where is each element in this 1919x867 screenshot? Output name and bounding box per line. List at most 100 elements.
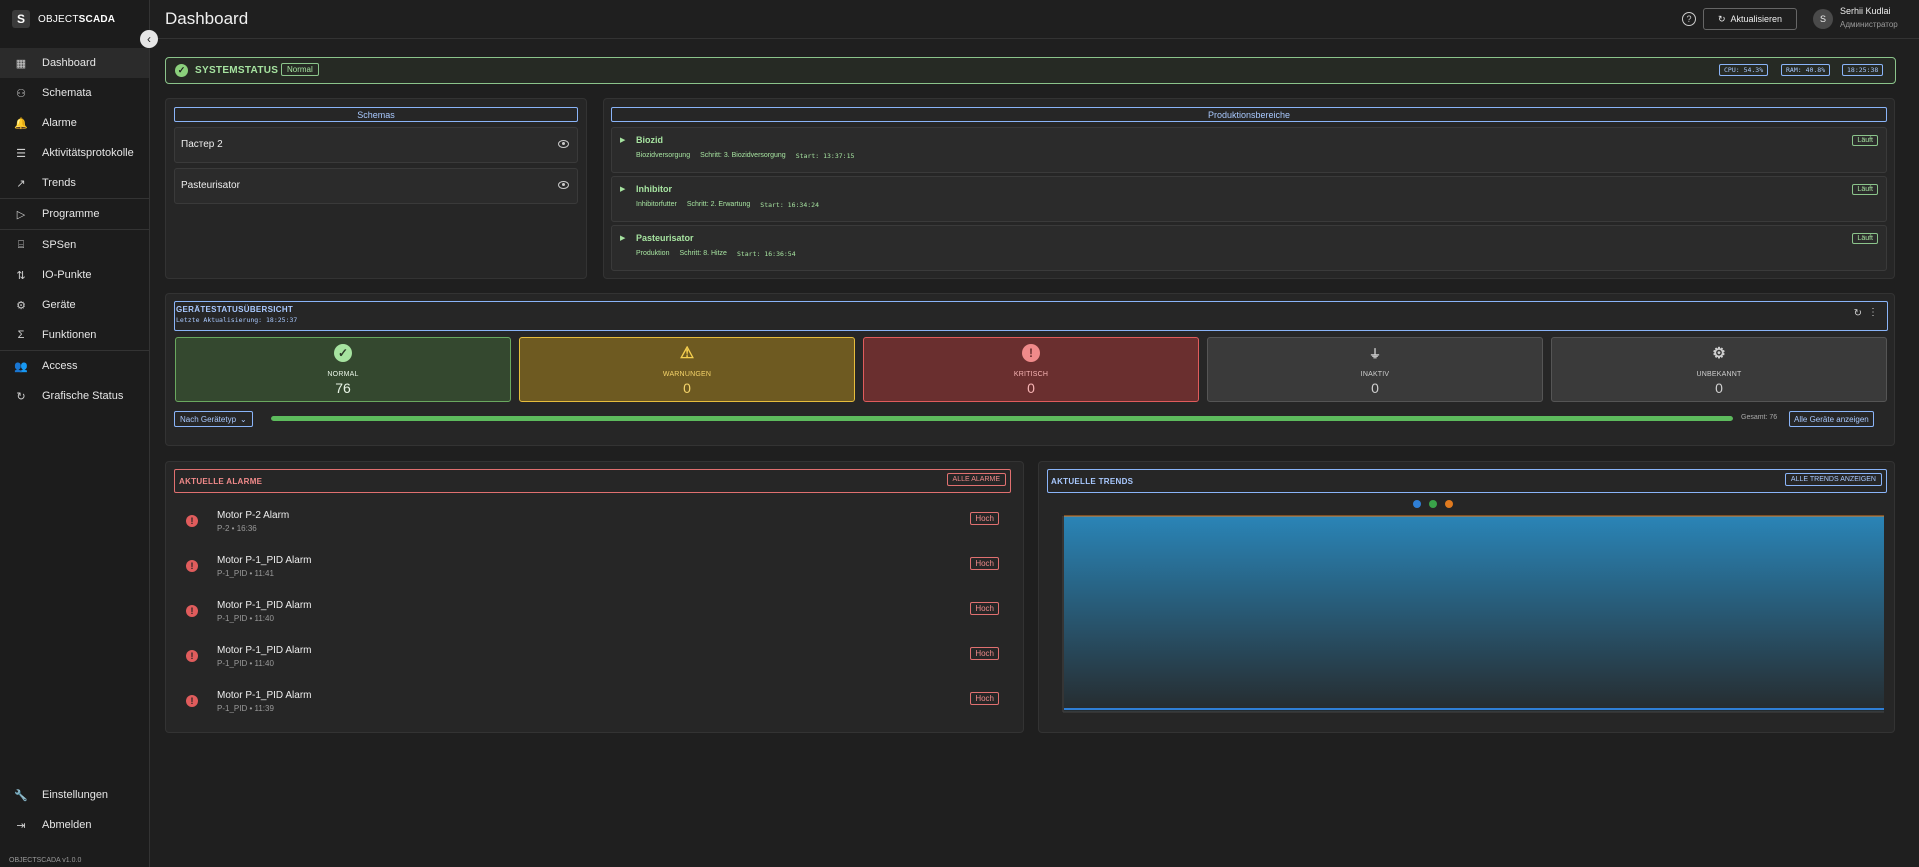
sidebar-item-access[interactable]: 👥 Access [0,351,149,381]
wrench-icon: 🔧 [14,789,28,802]
tile-unbekannt[interactable]: ⚙ UNBEKANNT 0 [1551,337,1887,402]
tile-kritisch[interactable]: ! KRITISCH 0 [863,337,1199,402]
device-status-header [174,301,1888,331]
sidebar-item-label: Programme [42,208,100,220]
sidebar-item-alarme[interactable]: 🔔 Alarme [0,108,149,138]
expand-arrow-icon[interactable]: ▶ [620,234,625,242]
sidebar-item-abmelden[interactable]: ⇥ Abmelden [0,810,149,840]
device-type-filter[interactable]: Nach Gerätetyp ⌄ [174,411,253,427]
io-icon: ⇅ [16,269,26,282]
tile-label: INAKTIV [1360,371,1390,378]
production-item[interactable]: ▶ Pasteurisator Produktion Schritt: 8. Hi… [611,225,1887,271]
progress-fill [271,416,1733,421]
play-icon: ▷ [16,208,26,221]
production-item[interactable]: ▶ Inhibitor Inhibitorfutter Schritt: 2. E… [611,176,1887,222]
bell-icon: 🔔 [14,117,28,130]
sidebar-item-label: Schemata [42,87,92,99]
error-icon: ! [186,605,198,617]
status-badge: Läuft [1852,233,1878,244]
sidebar-item-spsen[interactable]: ⌸ SPSen [0,230,149,260]
alarm-row[interactable]: ! Motor P-1_PID Alarm P-1_PID • 11:39 Ho… [174,684,1009,724]
clock-metric: 18:25:38 [1842,64,1884,76]
production-start: Start: 16:34:24 [760,201,819,209]
sidebar-item-trends[interactable]: ↗ Trends [0,168,149,198]
total-count: Gesamt: 76 [1741,414,1778,421]
trend-chart [1062,515,1884,713]
sidebar-item-funktionen[interactable]: Σ Funktionen [0,320,149,350]
alarm-row[interactable]: ! Motor P-1_PID Alarm P-1_PID • 11:40 Ho… [174,594,1009,634]
schema-item[interactable]: Pasteurisator [174,168,578,204]
brand[interactable]: S OBJECTSCADA [12,10,115,28]
filter-label: Nach Gerätetyp [180,414,237,424]
brand-logo-icon: S [12,10,30,28]
alarm-row[interactable]: ! Motor P-1_PID Alarm P-1_PID • 11:41 Ho… [174,549,1009,589]
alarms-panel: AKTUELLE ALARME ALLE ALARME ! Motor P-2 … [165,461,1024,733]
severity-badge: Hoch [970,512,999,525]
sidebar-item-aktivitaetsprotokolle[interactable]: ☰ Aktivitätsprotokolle [0,138,149,168]
sidebar-item-label: Abmelden [42,819,92,831]
sidebar-item-schemata[interactable]: ⚇ Schemata [0,78,149,108]
production-start: Start: 16:36:54 [736,250,796,258]
sidebar-item-dashboard[interactable]: ▦ Dashboard [0,48,149,78]
tile-value: 0 [683,380,691,396]
device-status-title: GERÄTESTATUSÜBERSICHT [176,305,294,314]
sidebar-item-io-punkte[interactable]: ⇅ IO-Punkte [0,260,149,290]
sidebar-item-label: Access [42,360,78,372]
user-name: Serhii Kudlai [1840,6,1891,16]
sidebar-item-label: Grafische Status [42,390,124,402]
alarm-row[interactable]: ! Motor P-2 Alarm P-2 • 16:36 Hoch [174,504,1009,544]
refresh-button[interactable]: ↻ Aktualisieren [1703,8,1797,30]
refresh-icon[interactable]: ↻ [1854,308,1862,319]
help-icon[interactable]: ? [1682,12,1696,26]
tile-inaktiv[interactable]: ⏚ INAKTIV 0 [1207,337,1543,402]
expand-arrow-icon[interactable]: ▶ [620,136,625,144]
production-panel: Produktionsbereiche ▶ Biozid Biozidverso… [603,98,1895,279]
sidebar-item-einstellungen[interactable]: 🔧 Einstellungen [0,780,149,810]
sidebar-nav: ▦ Dashboard ⚇ Schemata 🔔 Alarme ☰ Aktivitäts… [0,48,149,411]
eye-icon[interactable] [558,140,569,148]
tile-value: 0 [1715,380,1723,396]
production-item[interactable]: ▶ Biozid Biozidversorgung Schritt: 3. Bio… [611,127,1887,173]
router-icon: ⌸ [17,238,25,251]
tile-label: WARNUNGEN [662,371,712,378]
production-step: Schritt: 8. Hitze [679,250,727,257]
sidebar: S OBJECTSCADA ▦ Dashboard ⚇ Schemata 🔔 Alar… [0,0,150,867]
sidebar-item-geraete[interactable]: ⚙ Geräte [0,290,149,320]
sidebar-item-label: Alarme [42,117,77,129]
more-vertical-icon[interactable]: ⋮ [1868,307,1878,318]
sidebar-item-grafische-status[interactable]: ↻ Grafische Status [0,381,149,411]
production-start: Start: 13:37:15 [795,152,855,160]
alarm-source-time: P-1_PID • 11:40 [217,659,274,668]
alarm-name: Motor P-1_PID Alarm [217,600,312,611]
warning-icon: ⚠ [679,345,695,362]
sidebar-item-label: Aktivitätsprotokolle [42,147,134,159]
alarm-row[interactable]: ! Motor P-1_PID Alarm P-1_PID • 11:40 Ho… [174,639,1009,679]
eye-icon[interactable] [558,181,569,189]
all-alarms-button[interactable]: ALLE ALARME [946,473,1006,486]
production-process: Produktion [636,250,670,257]
sidebar-item-label: IO-Punkte [42,269,92,281]
schemas-title: Schemas [174,107,578,122]
check-circle-icon: ✓ [334,344,352,362]
expand-arrow-icon[interactable]: ▶ [620,185,625,193]
refresh-icon: ↻ [16,390,26,403]
device-progress-bar [271,416,1733,421]
production-process: Inhibitorfutter [636,201,677,208]
gear-icon: ⚙ [1712,345,1726,362]
alarm-source-time: P-1_PID • 11:41 [217,569,274,578]
sidebar-item-programme[interactable]: ▷ Programme [0,199,149,229]
avatar[interactable]: S [1813,9,1833,29]
all-devices-button[interactable]: Alle Geräte anzeigen [1789,411,1874,427]
sigma-icon: Σ [17,329,25,341]
schema-item[interactable]: Пастер 2 [174,127,578,163]
tile-normal[interactable]: ✓ NORMAL 76 [175,337,511,402]
sidebar-item-label: Geräte [42,299,76,311]
system-status-bar: ✓ SYSTEMSTATUS Normal CPU: 54.3% RAM: 40… [165,57,1896,84]
ram-metric: RAM: 40.8% [1781,64,1831,76]
tile-warnungen[interactable]: ⚠ WARNUNGEN 0 [519,337,855,402]
chevron-left-icon[interactable]: ‹ [140,30,158,48]
header: Dashboard ? ↻ Aktualisieren S Serhii Kudl… [150,0,1919,39]
production-name: Inhibitor [636,184,672,194]
production-details: Biozidversorgung Schritt: 3. Biozidversor… [636,152,854,160]
alarms-header: AKTUELLE ALARME ALLE ALARME [174,469,1011,493]
